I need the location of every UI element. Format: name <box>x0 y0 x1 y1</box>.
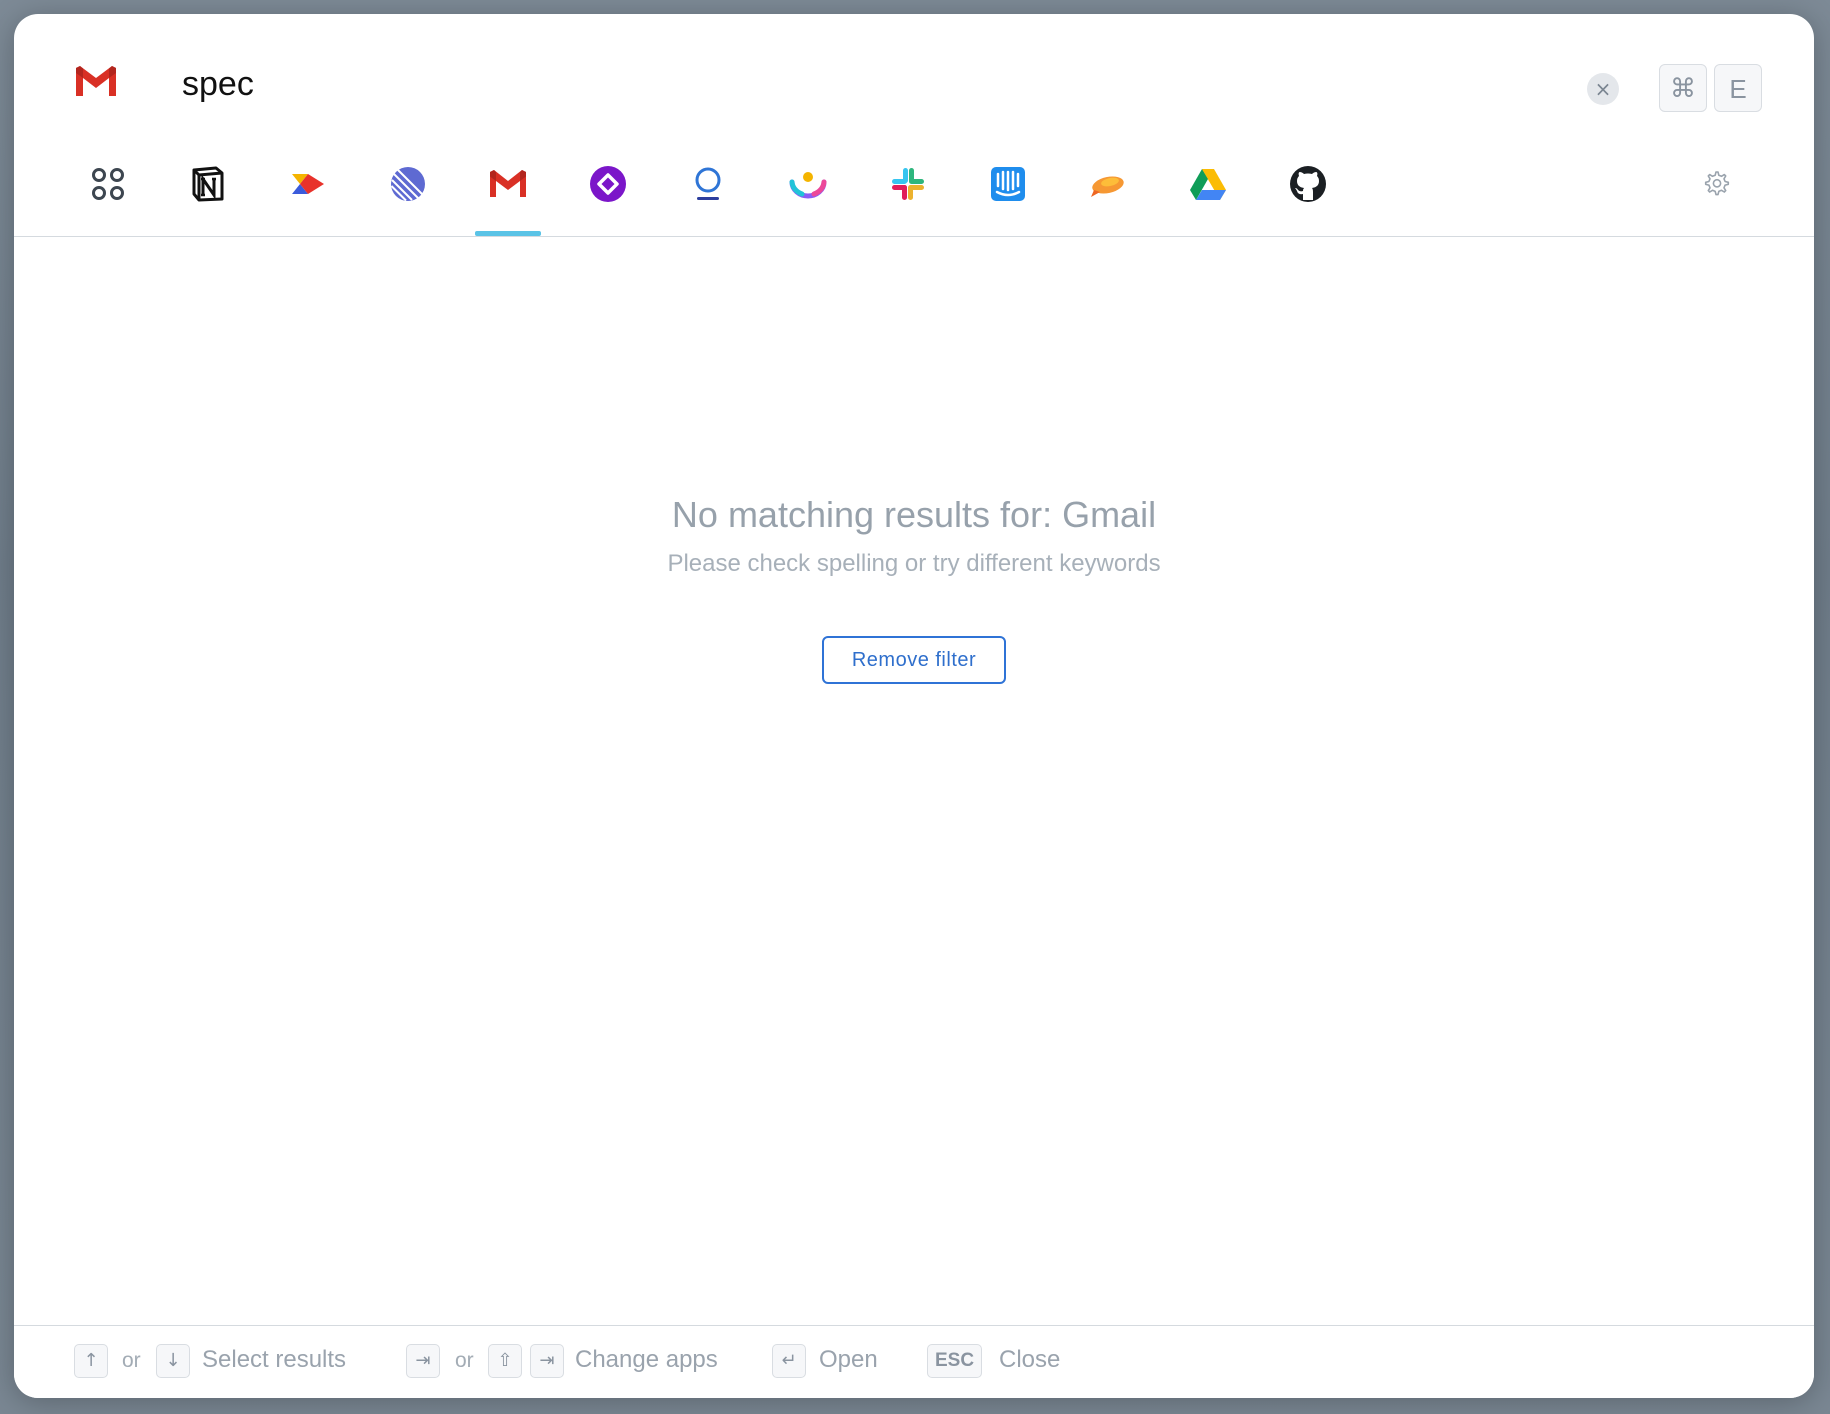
app-filter-tabs <box>14 144 1814 237</box>
tab-productboard[interactable] <box>275 164 341 234</box>
tab-clickup[interactable] <box>575 164 641 234</box>
tab-slack[interactable] <box>875 164 941 234</box>
tab-linear[interactable] <box>375 164 441 234</box>
shift-key-hint: ⇧ <box>488 1344 522 1378</box>
tab-key-hint: ⇥ <box>530 1344 564 1378</box>
remove-filter-button[interactable]: Remove filter <box>822 636 1006 684</box>
tab-zeplin[interactable] <box>1075 164 1141 234</box>
tab-all-apps[interactable] <box>75 164 141 234</box>
clear-search-button[interactable]: × <box>1587 73 1619 105</box>
loom-icon <box>695 167 721 200</box>
e-key-hint: E <box>1714 64 1762 112</box>
open-label: Open <box>819 1346 878 1373</box>
height-icon <box>789 172 827 199</box>
linear-icon <box>390 167 425 202</box>
gmail-icon <box>490 170 526 197</box>
clickup-icon <box>590 166 626 202</box>
or-label: or <box>122 1349 141 1372</box>
tab-height[interactable] <box>775 164 841 234</box>
slack-icon <box>892 168 924 200</box>
tab-google-drive[interactable] <box>1175 164 1241 234</box>
down-arrow-key-hint: ↓ <box>156 1344 190 1378</box>
google-drive-icon <box>1190 169 1226 200</box>
tab-gmail[interactable] <box>475 164 541 236</box>
or-label: or <box>455 1349 474 1372</box>
productboard-icon <box>292 174 324 194</box>
select-results-label: Select results <box>202 1346 347 1373</box>
command-key-hint: ⌘ <box>1659 64 1707 112</box>
settings-gear-icon[interactable] <box>1702 169 1730 197</box>
grid-icon <box>92 168 124 200</box>
tab-notion[interactable] <box>175 164 241 234</box>
up-arrow-key-hint: ↑ <box>74 1344 108 1378</box>
enter-key-hint: ↵ <box>772 1344 806 1378</box>
empty-state-title: No matching results for: Gmail <box>671 494 1157 535</box>
github-icon <box>1290 166 1326 202</box>
zeplin-icon <box>1091 176 1124 197</box>
gmail-icon <box>76 66 116 96</box>
search-modal: × ⌘ E <box>14 14 1814 1398</box>
tab-key-hint: ⇥ <box>406 1344 440 1378</box>
tab-github[interactable] <box>1275 164 1341 234</box>
empty-state: No matching results for: Gmail Please ch… <box>14 494 1814 578</box>
search-input[interactable] <box>182 60 1182 108</box>
keyboard-hints-footer: ↑ or ↓ Select results ⇥ or ⇧ ⇥ Change ap… <box>14 1325 1814 1398</box>
esc-key-hint: ESC <box>927 1344 983 1378</box>
notion-icon <box>192 166 224 202</box>
change-apps-label: Change apps <box>575 1346 718 1373</box>
tab-loom[interactable] <box>675 164 741 234</box>
tab-intercom[interactable] <box>975 164 1041 234</box>
search-bar: × ⌘ E <box>14 14 1814 144</box>
close-label: Close <box>999 1346 1061 1373</box>
intercom-icon <box>991 167 1025 201</box>
empty-state-subtitle: Please check spelling or try different k… <box>667 550 1161 577</box>
